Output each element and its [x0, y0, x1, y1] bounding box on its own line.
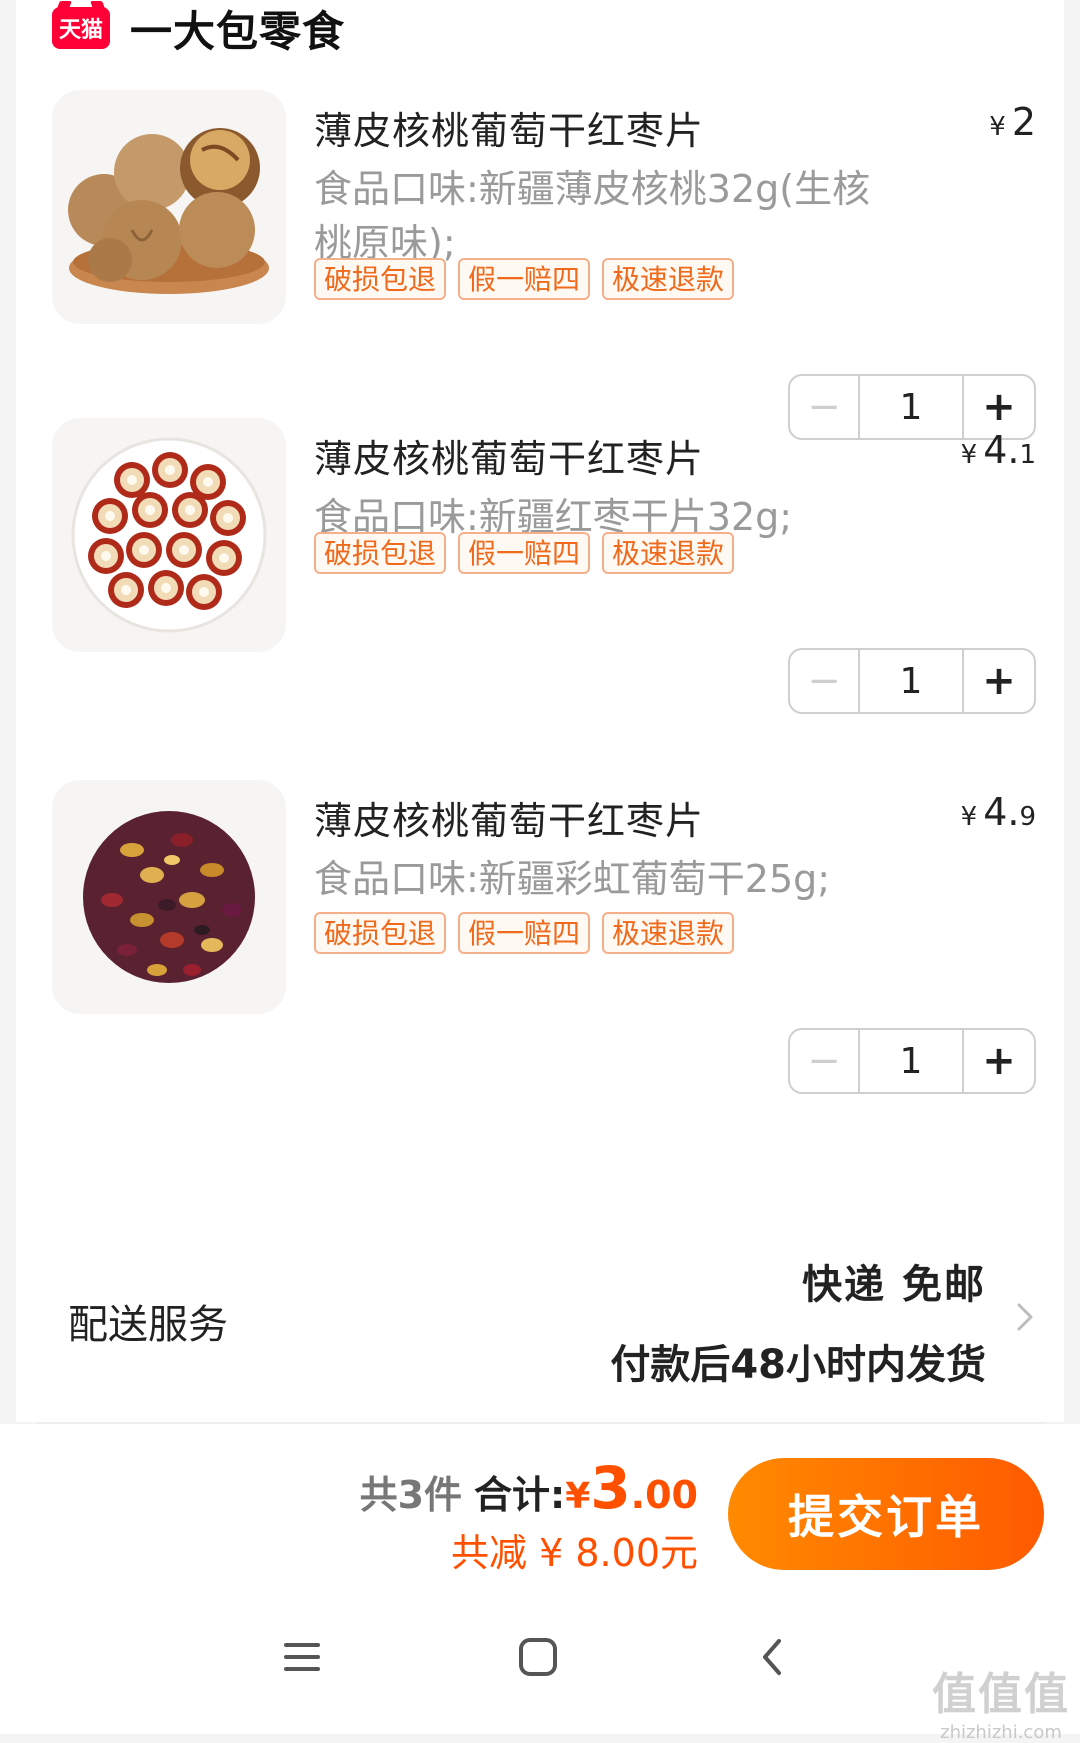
price-currency: ¥: [989, 112, 1006, 142]
checkout-bar: 共3件 合计:¥3.00 共减 ¥ 8.00元 提交订单: [0, 1424, 1080, 1575]
item-title[interactable]: 薄皮核桃葡萄干红枣片: [314, 790, 704, 845]
price-currency: ¥: [960, 802, 978, 832]
tag-fake-compensation[interactable]: 假一赔四: [458, 258, 591, 300]
product-image-raisins[interactable]: [52, 780, 286, 1014]
total-currency: ¥: [565, 1476, 591, 1517]
price-cents: 1: [1019, 440, 1036, 470]
service-tags: 破损包退 假一赔四 极速退款: [314, 532, 735, 574]
quantity-stepper: − 1 +: [788, 1028, 1036, 1094]
tmall-logo: 天猫: [52, 7, 110, 49]
price-cents: 9: [1019, 802, 1036, 832]
back-icon[interactable]: [732, 1622, 812, 1692]
order-card: 天猫 一大包零食 薄皮核桃葡萄干红枣片 ¥2 食品口味:新疆薄皮核桃32g(生核…: [16, 0, 1064, 1422]
delivery-method: 快递 免邮: [802, 1262, 986, 1308]
price-amount: 4.: [983, 428, 1020, 472]
item-title[interactable]: 薄皮核桃葡萄干红枣片: [314, 428, 704, 483]
shop-name[interactable]: 一大包零食: [130, 0, 345, 59]
quantity-stepper: − 1 +: [788, 648, 1036, 714]
quantity-value[interactable]: 1: [860, 650, 962, 712]
item-count: 共3件: [359, 1473, 463, 1517]
decrease-button[interactable]: −: [790, 650, 860, 712]
total-line: 共3件 合计:¥3.00: [360, 1454, 698, 1522]
service-tags: 破损包退 假一赔四 极速退款: [314, 258, 735, 300]
item-sku[interactable]: 食品口味:新疆彩虹葡萄干25g;: [314, 852, 1014, 906]
tag-fast-refund[interactable]: 极速退款: [602, 258, 735, 300]
item-title[interactable]: 薄皮核桃葡萄干红枣片: [314, 100, 704, 155]
total-amount: 3: [590, 1454, 631, 1522]
home-icon[interactable]: [498, 1622, 578, 1692]
tag-fast-refund[interactable]: 极速退款: [602, 912, 735, 954]
order-summary: 共3件 合计:¥3.00 共减 ¥ 8.00元: [360, 1454, 698, 1577]
price-currency: ¥: [960, 440, 978, 470]
watermark: 值值值 zhizhizhi.com: [932, 1658, 1070, 1743]
product-image-walnuts[interactable]: [52, 90, 286, 324]
menu-icon[interactable]: [262, 1622, 342, 1692]
total-cents: .00: [630, 1473, 698, 1517]
cart-item: 薄皮核桃葡萄干红枣片 ¥2 食品口味:新疆薄皮核桃32g(生核桃原味); 破损包…: [52, 90, 1052, 440]
tag-fake-compensation[interactable]: 假一赔四: [458, 912, 591, 954]
tag-fake-compensation[interactable]: 假一赔四: [458, 532, 591, 574]
item-price: ¥2: [989, 100, 1036, 144]
price-amount: 2: [1011, 100, 1036, 144]
increase-button[interactable]: +: [962, 650, 1034, 712]
shop-header[interactable]: 天猫 一大包零食: [52, 0, 345, 56]
quantity-value[interactable]: 1: [860, 1030, 962, 1092]
product-image-jujube-slices[interactable]: [52, 418, 286, 652]
item-sku[interactable]: 食品口味:新疆薄皮核桃32g(生核桃原味);: [314, 162, 874, 270]
discount-text[interactable]: 共减 ¥ 8.00元: [360, 1522, 698, 1577]
item-price: ¥4.1: [961, 428, 1036, 472]
chevron-right-icon[interactable]: [1010, 1302, 1040, 1332]
price-amount: 4.: [983, 790, 1020, 834]
item-price: ¥4.9: [961, 790, 1036, 834]
delivery-ship-time: 付款后48小时内发货: [610, 1342, 986, 1388]
delivery-label: 配送服务: [68, 1302, 228, 1348]
decrease-button[interactable]: −: [790, 1030, 860, 1092]
cart-item: 薄皮核桃葡萄干红枣片 ¥4.1 食品口味:新疆红枣干片32g; 破损包退 假一赔…: [52, 418, 1052, 758]
cart-item: 薄皮核桃葡萄干红枣片 ¥4.9 食品口味:新疆彩虹葡萄干25g; 破损包退 假一…: [52, 780, 1052, 1120]
watermark-url: zhizhizhi.com: [940, 1722, 1062, 1743]
delivery-service-row[interactable]: 配送服务 快递 免邮 付款后48小时内发货: [52, 1240, 1052, 1388]
delivery-info: 快递 免邮 付款后48小时内发货: [610, 1252, 986, 1390]
tag-damage-return[interactable]: 破损包退: [314, 532, 447, 574]
submit-order-button[interactable]: 提交订单: [728, 1458, 1044, 1570]
system-nav-bar: 值值值 zhizhizhi.com: [0, 1572, 1080, 1743]
increase-button[interactable]: +: [962, 1030, 1034, 1092]
service-tags: 破损包退 假一赔四 极速退款: [314, 912, 735, 954]
total-label: 合计:: [474, 1473, 566, 1517]
tag-fast-refund[interactable]: 极速退款: [602, 532, 735, 574]
watermark-logo: 值值值: [932, 1669, 1070, 1720]
tag-damage-return[interactable]: 破损包退: [314, 912, 447, 954]
tmall-logo-text: 天猫: [58, 18, 103, 43]
tag-damage-return[interactable]: 破损包退: [314, 258, 447, 300]
